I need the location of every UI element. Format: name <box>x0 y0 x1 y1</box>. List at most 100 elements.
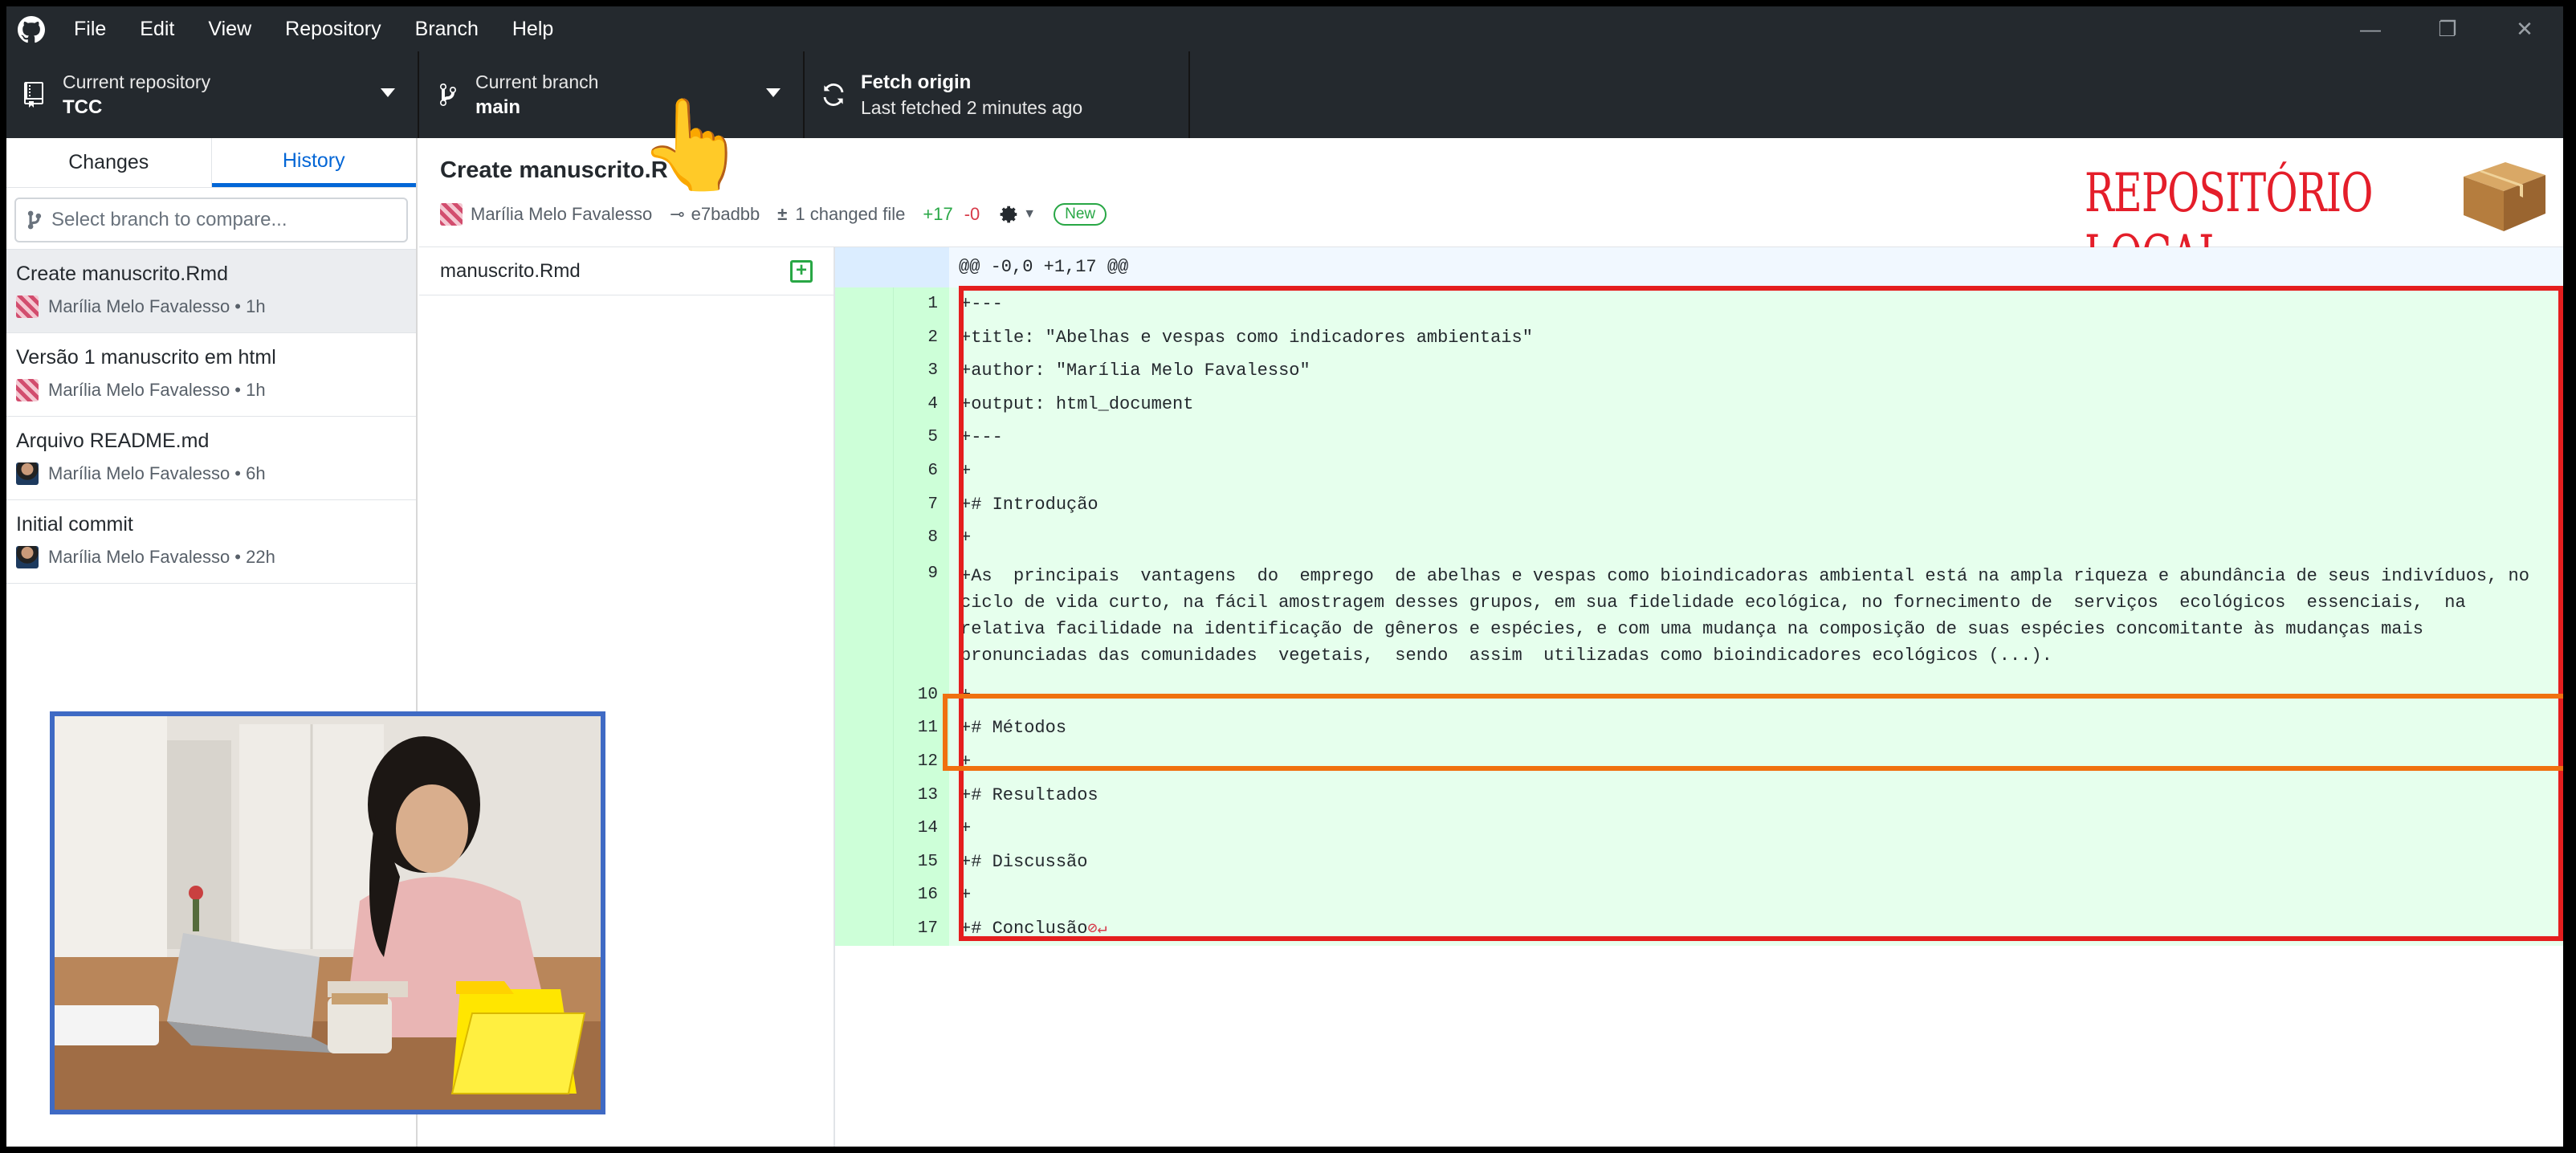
diff-line[interactable]: 5 +--- <box>835 421 2563 454</box>
commit-meta: Marília Melo Favalesso • 1h <box>48 380 266 400</box>
commit-list-item[interactable]: Arquivo README.md Marília Melo Favalesso… <box>6 417 416 500</box>
menu-repository[interactable]: Repository <box>285 18 381 41</box>
github-logo-icon <box>18 16 45 43</box>
avatar <box>16 379 39 401</box>
commit-meta: Marília Melo Favalesso • 6h <box>48 463 266 483</box>
diff-line[interactable]: 3 +author: "Marília Melo Favalesso" <box>835 354 2563 388</box>
diff-line[interactable]: 15 +# Discussão <box>835 845 2563 879</box>
diff-line[interactable]: 2 +title: "Abelhas e vespas como indicado… <box>835 320 2563 355</box>
title-bar: File Edit View Repository Branch Help — … <box>6 6 2563 51</box>
line-code: +--- <box>949 421 2563 454</box>
commit-list-item[interactable]: Create manuscrito.Rmd Marília Melo Faval… <box>6 250 416 333</box>
diff-line[interactable]: 1 +--- <box>835 287 2563 321</box>
avatar <box>440 203 463 226</box>
commit-title: Arquivo README.md <box>16 430 210 452</box>
menu-branch[interactable]: Branch <box>415 18 479 41</box>
current-repository-button[interactable]: Current repository TCC <box>6 51 419 138</box>
hunk-header: @@ -0,0 +1,17 @@ <box>835 247 2563 287</box>
diff-line[interactable]: 13 +# Resultados <box>835 778 2563 813</box>
diff-line[interactable]: 8 + <box>835 521 2563 555</box>
menu-help[interactable]: Help <box>512 18 553 41</box>
diff-line[interactable]: 14 + <box>835 812 2563 845</box>
commit-list: Create manuscrito.Rmd Marília Melo Faval… <box>6 249 416 584</box>
diff-line[interactable]: 6 + <box>835 454 2563 488</box>
line-number: 11 <box>893 711 949 745</box>
line-number: 10 <box>893 678 949 712</box>
line-code: +# Discussão <box>949 845 2563 879</box>
line-number: 6 <box>893 454 949 488</box>
line-number: 3 <box>893 354 949 388</box>
line-code: + <box>949 678 2563 712</box>
diff-line[interactable]: 12 + <box>835 744 2563 779</box>
diff-line[interactable]: 17 +# Conclusão⊘↵ <box>835 911 2563 946</box>
line-code: +# Resultados <box>949 778 2563 813</box>
diff-lines: 1 +--- 2 +title: "Abelhas e vespas como in… <box>835 287 2563 946</box>
diff-line[interactable]: 16 + <box>835 878 2563 912</box>
diff-line[interactable]: 4 +output: html_document <box>835 387 2563 422</box>
line-code: +# Conclusão <box>960 918 1088 939</box>
branch-name: main <box>475 96 521 118</box>
line-number: 2 <box>893 320 949 355</box>
line-code: +output: html_document <box>949 387 2563 422</box>
deletions-count: -0 <box>964 204 980 224</box>
commit-summary-title: Create manuscrito.R <box>440 157 668 183</box>
diff-line[interactable]: 9 +As principais vantagens do emprego de … <box>835 554 2563 678</box>
line-number: 4 <box>893 387 949 422</box>
repository-icon <box>19 82 51 108</box>
line-code: +# Introdução <box>949 487 2563 522</box>
diff-line[interactable]: 7 +# Introdução <box>835 487 2563 522</box>
menu-view[interactable]: View <box>208 18 251 41</box>
commit-meta: Marília Melo Favalesso • 1h <box>48 296 266 316</box>
window-controls: — ❐ ✕ <box>2332 6 2563 51</box>
branch-label: Current branch <box>475 71 599 92</box>
commit-sha[interactable]: e7badbb <box>691 204 760 225</box>
menu-edit[interactable]: Edit <box>140 18 174 41</box>
line-code: +author: "Marília Melo Favalesso" <box>949 354 2563 388</box>
commit-summary-meta: Marília Melo Favalesso ⊸ e7badbb ±1 chang… <box>440 202 1107 226</box>
package-icon <box>2464 162 2545 231</box>
menu-bar: File Edit View Repository Branch Help <box>74 6 587 51</box>
line-number: 17 <box>893 911 949 946</box>
tab-history[interactable]: History <box>211 138 416 187</box>
sidebar-tabs: Changes History <box>6 138 416 188</box>
diff-icon: ± <box>777 204 788 224</box>
minimize-button[interactable]: — <box>2332 6 2409 51</box>
diff-line[interactable]: 10 + <box>835 678 2563 712</box>
changed-files-count: 1 changed file <box>795 204 906 224</box>
chevron-down-icon <box>766 88 781 97</box>
line-number: 14 <box>893 812 949 845</box>
line-number: 9 <box>893 554 949 678</box>
file-name: manuscrito.Rmd <box>440 259 581 282</box>
menu-file[interactable]: File <box>74 18 106 41</box>
diff-line[interactable]: 11 +# Métodos <box>835 711 2563 745</box>
fetch-label: Fetch origin <box>861 71 972 93</box>
branch-compare-input[interactable]: Select branch to compare... <box>14 198 408 242</box>
close-button[interactable]: ✕ <box>2486 6 2563 51</box>
repository-label: Current repository <box>63 71 211 92</box>
fetch-origin-button[interactable]: Fetch origin Last fetched 2 minutes ago <box>805 51 1190 138</box>
restore-button[interactable]: ❐ <box>2409 6 2486 51</box>
line-number: 1 <box>893 287 949 321</box>
file-list-item[interactable]: manuscrito.Rmd + <box>419 247 834 295</box>
line-code: + <box>949 812 2563 845</box>
app-window: File Edit View Repository Branch Help — … <box>6 6 2563 1147</box>
commit-list-item[interactable]: Versão 1 manuscrito em html Marília Melo… <box>6 333 416 417</box>
chevron-down-icon <box>381 88 395 97</box>
commit-title: Initial commit <box>16 513 133 536</box>
last-fetched-text: Last fetched 2 minutes ago <box>861 96 1083 118</box>
line-code: + <box>949 744 2563 779</box>
line-code: +title: "Abelhas e vespas como indicador… <box>949 320 2563 355</box>
line-number: 15 <box>893 845 949 879</box>
line-number: 16 <box>893 878 949 912</box>
commit-title: Versão 1 manuscrito em html <box>16 346 276 369</box>
diff-settings-button[interactable]: ▼ <box>996 202 1036 226</box>
tab-changes[interactable]: Changes <box>6 138 212 187</box>
additions-count: +17 <box>923 204 953 224</box>
commit-meta: Marília Melo Favalesso • 22h <box>48 547 275 567</box>
branch-icon <box>432 82 464 108</box>
pointing-hand-icon: 👆 <box>638 96 748 194</box>
no-newline-icon: ⊘↵ <box>1087 919 1107 939</box>
commit-list-item[interactable]: Initial commit Marília Melo Favalesso • … <box>6 500 416 584</box>
line-code: +# Métodos <box>949 711 2563 745</box>
file-added-icon: + <box>790 260 813 283</box>
